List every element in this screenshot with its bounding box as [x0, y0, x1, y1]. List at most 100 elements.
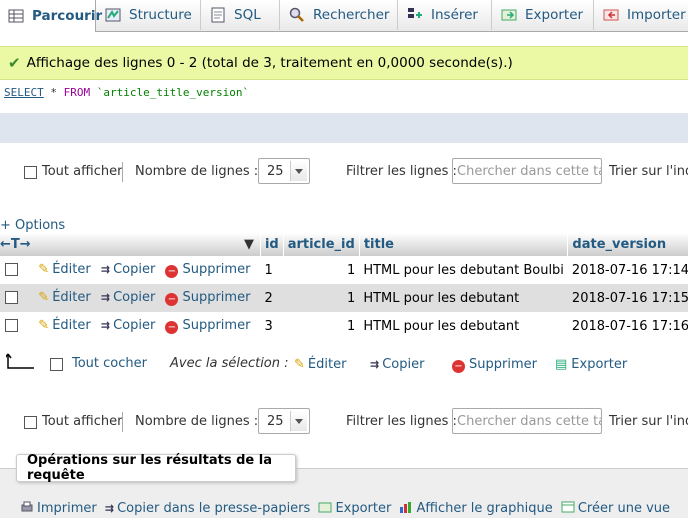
column-header-title[interactable]: title	[359, 233, 569, 256]
delete-row-button[interactable]: − Supprimer	[165, 262, 250, 278]
row-checkbox[interactable]	[5, 319, 18, 332]
sort-by-index-label: Trier sur l'index	[609, 164, 688, 179]
delete-icon: −	[165, 321, 179, 334]
copy-row-button[interactable]: ⇉ Copier	[101, 290, 155, 305]
table-header-row: ←T→ ▼ id article_id title date_version	[0, 233, 688, 256]
chevron-down-icon	[290, 161, 307, 181]
sql-query: SELECT * FROM `article_title_version`	[0, 86, 249, 99]
row-checkbox[interactable]	[5, 263, 18, 276]
rows-count-label: Nombre de lignes :	[135, 164, 259, 179]
cell-article-id[interactable]: 1	[283, 284, 360, 312]
printer-icon	[21, 501, 33, 512]
tab-parcourir[interactable]: Parcourir	[0, 0, 102, 32]
check-all-checkbox[interactable]	[50, 358, 63, 371]
copy-icon: ⇉	[100, 291, 111, 304]
cell-title[interactable]: HTML pour les debutant	[359, 312, 568, 340]
tab-label: Structure	[129, 7, 192, 23]
query-operations-links: Imprimer ⇉ Copier dans le presse-papiers …	[20, 501, 674, 516]
cell-id[interactable]: 3	[260, 312, 284, 340]
sort-dropdown-icon[interactable]: ▼	[244, 237, 254, 252]
pencil-icon: ✎	[38, 318, 50, 333]
export-icon	[318, 502, 332, 513]
tab-exporter[interactable]: Exporter	[493, 0, 594, 30]
bulk-delete-button[interactable]: − Supprimer	[452, 357, 537, 373]
rows-count-select[interactable]: 25	[258, 158, 310, 184]
success-message: ✔ Affichage des lignes 0 - 2 (total de 3…	[0, 46, 688, 80]
export-icon: ▤	[555, 357, 568, 372]
query-operations-legend: Opérations sur les résultats de la requê…	[16, 453, 296, 483]
arrow-ltr-icon	[4, 352, 36, 376]
print-link[interactable]: Imprimer	[20, 501, 97, 516]
cell-title[interactable]: HTML pour les debutant	[359, 284, 568, 312]
export-link[interactable]: Exporter	[318, 501, 391, 516]
bulk-edit-button[interactable]: ✎ Éditer	[294, 357, 346, 372]
show-all-label: Tout afficher	[42, 164, 123, 179]
sql-select-link[interactable]: SELECT	[4, 86, 44, 99]
delete-row-button[interactable]: − Supprimer	[165, 318, 250, 334]
bulk-export-button[interactable]: ▤ Exporter	[555, 357, 627, 372]
rows-count-select[interactable]: 25	[258, 408, 310, 434]
tab-label: SQL	[234, 7, 261, 23]
show-chart-link[interactable]: Afficher le graphique	[399, 501, 553, 516]
pencil-icon: ✎	[38, 290, 50, 305]
with-selection-bar: Tout cocher Avec la sélection : ✎ Éditer …	[0, 350, 688, 378]
column-resize-icon[interactable]: ←T→	[0, 237, 31, 252]
sql-star: *	[43, 86, 64, 99]
copy-row-button[interactable]: ⇉ Copier	[101, 262, 155, 277]
edit-row-button[interactable]: ✎ Éditer	[38, 262, 90, 277]
edit-row-button[interactable]: ✎ Éditer	[38, 290, 90, 305]
filter-rows-input[interactable]: Chercher dans cette table	[452, 158, 602, 184]
cell-date-version[interactable]: 2018-07-16 17:16:34	[567, 312, 688, 340]
filter-rows-label: Filtrer les lignes :	[346, 414, 457, 429]
tab-importer[interactable]: Importer	[595, 0, 688, 30]
with-selection-label: Avec la sélection :	[170, 356, 289, 371]
copy-icon: ⇉	[100, 319, 111, 332]
cell-article-id[interactable]: 1	[283, 256, 360, 284]
tab-label: Exporter	[525, 7, 584, 23]
cell-date-version[interactable]: 2018-07-16 17:15:18	[567, 284, 688, 312]
column-header-article-id[interactable]: article_id	[283, 233, 360, 256]
cell-id[interactable]: 2	[260, 284, 284, 312]
table-row: ✎ Éditer ⇉ Copier − Supprimer 1 1 HTML pour…	[0, 256, 688, 284]
filter-rows-input[interactable]: Chercher dans cette table	[452, 408, 602, 434]
chevron-down-icon	[290, 411, 307, 431]
show-all-label: Tout afficher	[42, 414, 123, 429]
success-message-text: Affichage des lignes 0 - 2 (total de 3, …	[26, 55, 513, 71]
tab-label: Rechercher	[313, 7, 390, 23]
tab-inserer[interactable]: Insérer	[399, 0, 492, 30]
options-link[interactable]: + Options	[0, 218, 65, 233]
sql-table-name: `article_title_version`	[90, 86, 250, 99]
cell-article-id[interactable]: 1	[283, 312, 360, 340]
tab-structure[interactable]: Structure	[97, 0, 201, 30]
cell-id[interactable]: 1	[260, 256, 284, 284]
column-resize-header: ←T→ ▼	[0, 233, 261, 256]
tab-rechercher[interactable]: Rechercher	[281, 0, 398, 30]
create-view-link[interactable]: Créer une vue	[561, 501, 670, 516]
sort-by-index-label: Trier sur l'index	[609, 414, 688, 429]
edit-row-button[interactable]: ✎ Éditer	[38, 318, 90, 333]
navigation-bar-bottom: Tout afficher Nombre de lignes : 25 Filt…	[0, 402, 688, 442]
chart-icon	[400, 502, 412, 513]
tab-label: Insérer	[431, 7, 478, 23]
sql-icon	[210, 7, 226, 23]
copy-row-button[interactable]: ⇉ Copier	[101, 318, 155, 333]
cell-date-version[interactable]: 2018-07-16 17:14:48	[567, 256, 688, 284]
row-checkbox[interactable]	[5, 291, 18, 304]
results-table: ←T→ ▼ id article_id title date_version ✎…	[0, 233, 688, 340]
check-all-link[interactable]: Tout cocher	[72, 356, 147, 371]
bulk-copy-button[interactable]: ⇉ Copier	[370, 357, 424, 372]
tab-sql[interactable]: SQL	[202, 0, 280, 30]
filter-rows-label: Filtrer les lignes :	[346, 164, 457, 179]
delete-icon: −	[452, 360, 465, 373]
divider	[122, 412, 123, 432]
show-all-checkbox[interactable]	[24, 416, 37, 429]
delete-row-button[interactable]: − Supprimer	[165, 290, 250, 306]
search-icon	[289, 7, 305, 23]
copy-clipboard-link[interactable]: ⇉ Copier dans le presse-papiers	[105, 501, 310, 516]
column-header-date-version[interactable]: date_version	[567, 233, 688, 256]
column-header-id[interactable]: id	[260, 233, 284, 256]
insert-icon	[407, 7, 423, 23]
cell-title[interactable]: HTML pour les debutant Boulbi	[359, 256, 568, 284]
sql-from-keyword: FROM	[63, 86, 91, 99]
show-all-checkbox[interactable]	[24, 166, 37, 179]
